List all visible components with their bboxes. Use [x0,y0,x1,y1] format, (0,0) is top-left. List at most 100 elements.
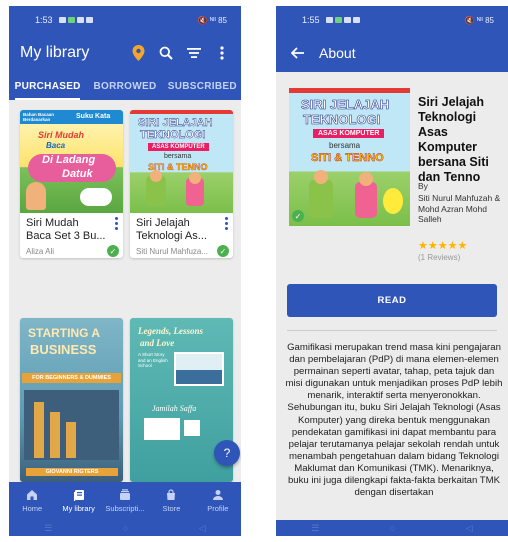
system-navigation-bar: ☰ ○ ◁ [9,520,241,536]
cover-illustration [50,412,60,458]
book-author: Siti Nurul Mahfuzah & Mohd Azran Mohd Sa… [418,193,501,224]
search-icon[interactable] [155,42,177,64]
cover-illustration [26,182,46,210]
nav-subscriptions-label: Subscripti... [105,504,145,513]
tab-borrowed[interactable]: BORROWED [86,72,163,100]
cover-text: Legends, Lessons [138,326,203,336]
book-cover: STARTING A BUSINESS FOR BEGINNERS & DUMM… [20,318,123,482]
page-title: About [319,45,356,61]
back-triangle-icon[interactable]: ◁ [466,523,473,534]
cover-text: SITI & TENNO [311,152,384,164]
cover-text: and Love [140,338,175,348]
recents-icon[interactable]: ☰ [44,523,52,534]
tab-subscribed[interactable]: SUBSCRIBED [164,72,241,100]
cover-illustration [80,188,112,206]
divider [287,330,497,331]
cover-text: ASAS KOMPUTER [148,143,209,151]
cover-illustration [383,188,403,214]
book-card[interactable]: Bahan Bacaan Berdasarkan Suku Kata Siri … [20,110,123,258]
nav-profile[interactable]: Profile [195,482,241,520]
status-time: 1:55 [302,15,320,25]
cover-text: Suku Kata [76,113,111,120]
cover-illustration [309,180,333,218]
sort-icon[interactable] [183,42,205,64]
book-card[interactable]: STARTING A BUSINESS FOR BEGINNERS & DUMM… [20,318,123,482]
nav-store[interactable]: Store [148,482,194,520]
cover-text: Datuk [62,168,93,180]
cover-illustration [189,172,201,184]
nav-store-label: Store [162,504,181,513]
home-circle-icon[interactable]: ○ [123,523,128,533]
cover-illustration [184,420,200,436]
nav-home[interactable]: Home [9,482,55,520]
book-grid: Bahan Bacaan Berdasarkan Suku Kata Siri … [9,100,241,482]
status-bar: 1:55 🔇 ᴺᴵˡ 85 [276,6,508,34]
cover-illustration [34,402,44,458]
book-author: Siti Nurul Mahfuza... [136,247,209,256]
rating-stars-icon: ★★★★★ [418,240,468,252]
book-title: Siri Jelajah Teknologi As... [136,217,207,242]
book-cover: SIRI JELAJAH TEKNOLOGI ASAS KOMPUTER ber… [130,110,233,213]
cover-text: GIOVANNI RIGTERS [26,468,118,476]
library-icon [73,490,84,501]
bottom-navigation: Home My library Subscripti... Store Prof… [9,482,241,520]
cover-illustration [359,172,373,186]
cover-text: bersama [164,153,192,160]
book-cover: SIRI JELAJAH TEKNOLOGI ASAS KOMPUTER ber… [289,88,410,226]
cover-text: SIRI JELAJAH [138,117,213,129]
location-pin-icon[interactable] [127,42,149,64]
downloaded-check-icon: ✓ [292,210,304,222]
status-notification-icons [58,17,93,23]
cover-illustration [355,182,377,218]
cover-text: TEKNOLOGI [303,112,381,128]
book-more-icon[interactable] [115,217,119,230]
page-title: My library [20,44,90,61]
nav-subscriptions[interactable]: Subscripti... [102,482,148,520]
downloaded-check-icon: ✓ [217,245,229,257]
downloaded-check-icon: ✓ [107,245,119,257]
book-more-icon[interactable] [225,217,229,230]
cover-text: bersama [329,141,361,150]
cover-text: A Short Story and an English School [138,352,168,368]
library-tabs: PURCHASED BORROWED SUBSCRIBED [9,72,241,100]
book-title: Siri Jelajah Teknologi Asas Komputer ber… [418,95,489,184]
cover-illustration [144,418,180,440]
help-fab-icon[interactable]: ? [214,440,240,466]
nav-my-library[interactable]: My library [55,482,101,520]
cover-text: FOR BEGINNERS & DUMMIES [22,373,121,383]
nav-home-label: Home [22,504,43,513]
cover-text: BUSINESS [30,342,97,357]
back-triangle-icon[interactable]: ◁ [199,523,206,534]
phone-about: 1:55 🔇 ᴺᴵˡ 85 About SIRI JELAJAH TEKNOLO… [276,6,508,536]
nav-my-library-label: My library [62,504,95,513]
screenshot-canvas: 1:53 🔇 ᴺᴵˡ 85 My library PURCHASED BORRO… [0,0,508,542]
home-circle-icon[interactable]: ○ [390,523,395,533]
cover-text: Di Ladang [42,154,96,166]
reviews-count[interactable]: (1 Reviews) [418,253,460,262]
cover-text: TEKNOLOGI [140,129,206,141]
cover-illustration [314,170,328,184]
status-bar: 1:53 🔇 ᴺᴵˡ 85 [9,6,241,34]
app-bar: About [276,34,508,72]
status-time: 1:53 [35,15,53,25]
book-cover: Bahan Bacaan Berdasarkan Suku Kata Siri … [20,110,123,213]
status-right: 🔇 ᴺᴵˡ 85 [197,15,227,25]
back-arrow-icon[interactable] [287,42,309,64]
cover-text: Siri Mudah [38,130,85,140]
book-title: Siri Mudah Baca Set 3 Bu... [26,217,106,242]
cover-text: STARTING A [28,326,100,340]
recents-icon[interactable]: ☰ [311,523,319,534]
cover-illustration [66,422,76,458]
cover-text: SIRI JELAJAH [301,97,390,113]
profile-icon [212,490,223,500]
tab-purchased[interactable]: PURCHASED [9,72,86,100]
status-notification-icons [325,17,360,23]
read-button[interactable]: READ [287,284,497,317]
home-icon [27,490,38,500]
overflow-menu-icon[interactable] [211,42,233,64]
subscription-icon [120,489,131,500]
phone-my-library: 1:53 🔇 ᴺᴵˡ 85 My library PURCHASED BORRO… [9,6,241,536]
by-label: By [418,181,428,191]
store-icon [167,489,176,500]
book-card[interactable]: SIRI JELAJAH TEKNOLOGI ASAS KOMPUTER ber… [130,110,233,258]
